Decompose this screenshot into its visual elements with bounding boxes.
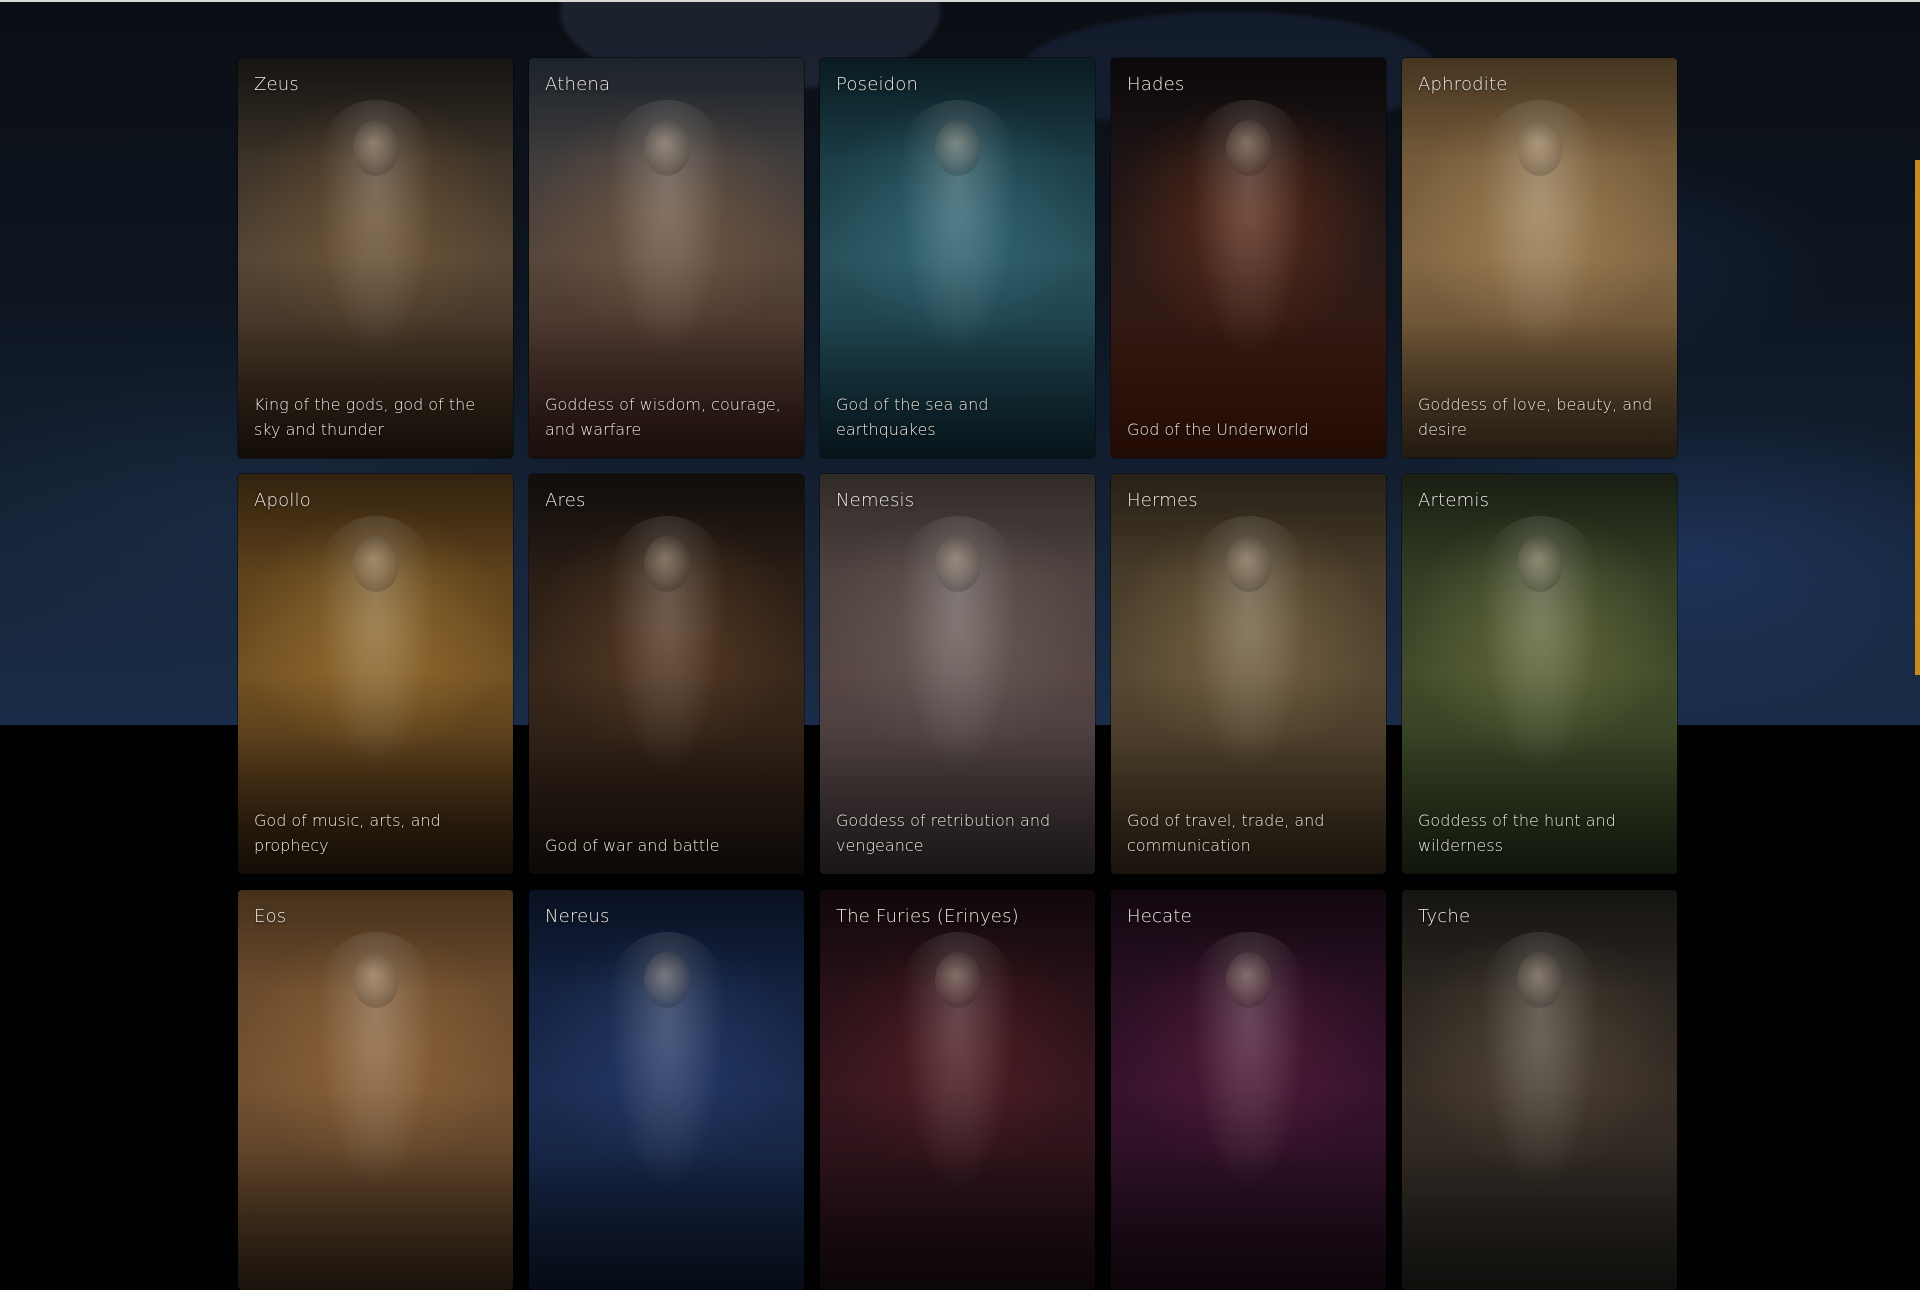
god-description: God of the sea and earthquakes [836,395,989,439]
god-description: God of war and battle [545,836,720,855]
god-card[interactable]: Hecate [1111,890,1386,1290]
god-name: Eos [254,906,287,927]
god-name: Hermes [1127,490,1198,511]
god-card[interactable]: Nereus [529,890,804,1290]
god-description: God of travel, trade, and communication [1127,811,1325,855]
god-description: Goddess of retribution and vengeance [836,811,1051,855]
god-description: Goddess of wisdom, courage, and warfare [545,395,781,439]
god-name: Ares [545,490,586,511]
god-card[interactable]: Hades God of the Underworld [1111,58,1386,458]
god-card[interactable]: Aphrodite Goddess of love, beauty, and de… [1402,58,1677,458]
god-card[interactable]: Tyche [1402,890,1677,1290]
god-description: Goddess of love, beauty, and desire [1418,395,1653,439]
god-name: Artemis [1418,490,1490,511]
god-name: Nemesis [836,490,915,511]
god-card[interactable]: Poseidon God of the sea and earthquakes [820,58,1095,458]
god-card[interactable]: Eos [238,890,513,1290]
god-name: Poseidon [836,74,919,95]
god-card[interactable]: Athena Goddess of wisdom, courage, and wa… [529,58,804,458]
god-card[interactable]: Hermes God of travel, trade, and communic… [1111,474,1386,874]
god-card[interactable]: Artemis Goddess of the hunt and wildernes… [1402,474,1677,874]
god-name: Zeus [254,74,299,95]
god-name: Hades [1127,74,1185,95]
god-card[interactable]: Zeus King of the gods, god of the sky and… [238,58,513,458]
god-name: Tyche [1418,906,1471,927]
gods-grid: Zeus King of the gods, god of the sky and… [238,58,1677,1290]
god-name: Athena [545,74,611,95]
god-description: God of the Underworld [1127,420,1309,439]
god-description: Goddess of the hunt and wilderness [1418,811,1616,855]
god-card[interactable]: Ares God of war and battle [529,474,804,874]
god-card[interactable]: Nemesis Goddess of retribution and vengea… [820,474,1095,874]
god-card[interactable]: Apollo God of music, arts, and prophecy [238,474,513,874]
god-name: Nereus [545,906,610,927]
god-description: King of the gods, god of the sky and thu… [254,395,476,439]
god-name: Apollo [254,490,311,511]
scroll-accent-bar[interactable] [1915,160,1920,675]
god-card[interactable]: The Furies (Erinyes) [820,890,1095,1290]
god-name: The Furies (Erinyes) [836,906,1019,927]
god-name: Hecate [1127,906,1192,927]
god-description: God of music, arts, and prophecy [254,811,441,855]
god-name: Aphrodite [1418,74,1508,95]
